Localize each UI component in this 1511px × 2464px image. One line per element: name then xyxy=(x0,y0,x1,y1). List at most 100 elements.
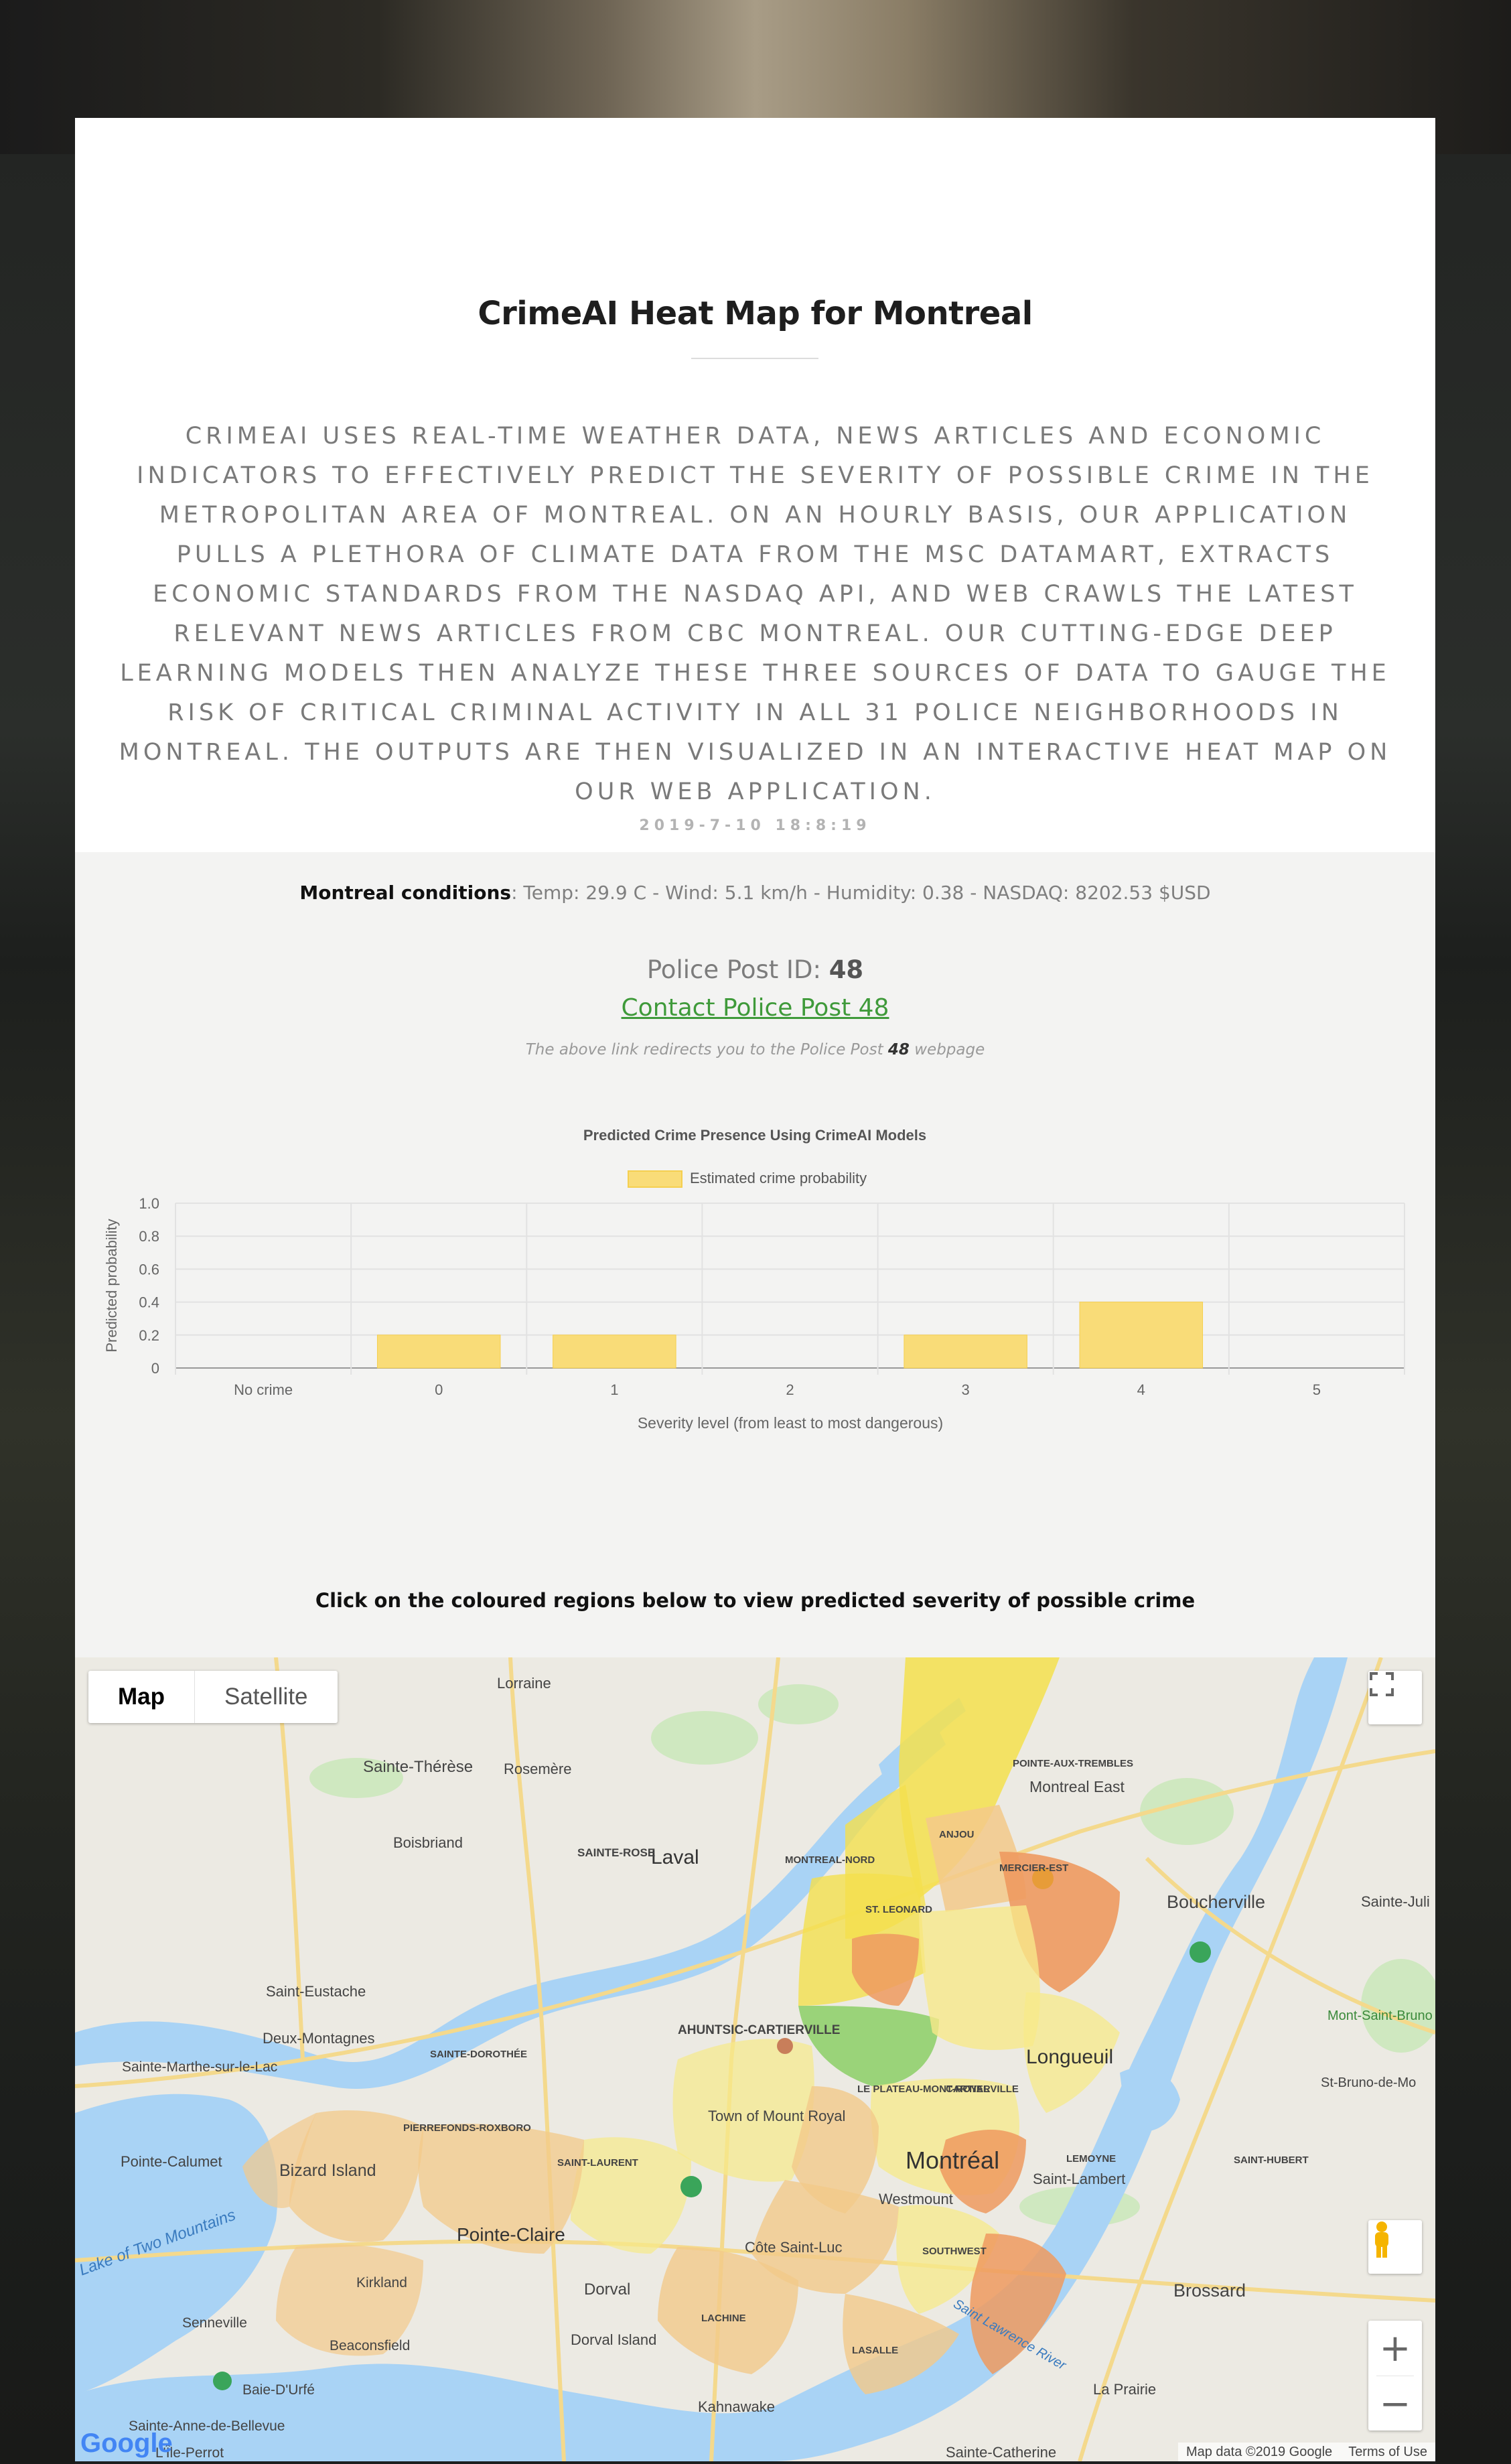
chart-title: Predicted Crime Presence Using CrimeAI M… xyxy=(583,1127,926,1144)
map-hint: Click on the coloured regions below to v… xyxy=(315,1589,1196,1612)
zoom-in-button[interactable]: + xyxy=(1368,2321,1422,2376)
label-saint-eustache: Saint-Eustache xyxy=(266,1983,366,2000)
timestamp: 2019-7-10 18:8:19 xyxy=(639,817,871,834)
label-laval: Laval xyxy=(651,1846,699,1868)
map-canvas[interactable] xyxy=(75,1657,1435,2461)
label-lorraine: Lorraine xyxy=(497,1675,551,1692)
background-left xyxy=(0,154,75,2464)
x-tick-label: No crime xyxy=(234,1381,293,1398)
label-kahnawake: Kahnawake xyxy=(698,2398,775,2415)
label-town-mount-royal: Town of Mount Royal xyxy=(708,2108,846,2124)
contact-post-link[interactable]: Contact Police Post 48 xyxy=(75,994,1435,1022)
y-tick-label: 1.0 xyxy=(139,1195,159,1212)
label-westmount: Westmount xyxy=(879,2191,953,2207)
label-montreal-east: Montreal East xyxy=(1029,1778,1125,1795)
legend-label: Estimated crime probability xyxy=(690,1170,867,1186)
redirect-suffix: webpage xyxy=(909,1041,985,1058)
x-tick-label: 4 xyxy=(1137,1381,1145,1398)
label-st-leonard: ST. LEONARD xyxy=(865,1904,933,1915)
street-view-button[interactable] xyxy=(1368,2220,1422,2274)
redirect-id: 48 xyxy=(887,1041,910,1058)
pegman-icon xyxy=(1375,2221,1388,2258)
label-dorval: Dorval xyxy=(584,2280,631,2299)
zoom-out-button[interactable]: − xyxy=(1368,2376,1422,2431)
label-senneville: Senneville xyxy=(182,2315,247,2331)
label-lachine: LACHINE xyxy=(701,2313,746,2324)
heat-map[interactable]: Laval Montréal Longueuil Boucherville Br… xyxy=(75,1657,1435,2461)
bar xyxy=(553,1334,676,1369)
y-tick-label: 0 xyxy=(151,1360,159,1377)
fullscreen-button[interactable] xyxy=(1368,1671,1422,1724)
label-lasalle: LASALLE xyxy=(852,2345,899,2356)
label-cartierville: CARTIERVILLE xyxy=(946,2083,1019,2095)
label-pointe-calumet: Pointe-Calumet xyxy=(121,2153,222,2170)
y-tick-label: 0.6 xyxy=(139,1261,159,1278)
x-tick-label: 0 xyxy=(435,1381,443,1398)
label-saint-hubert: SAINT-HUBERT xyxy=(1234,2154,1309,2166)
post-id-value: 48 xyxy=(829,955,864,984)
page-title: CrimeAI Heat Map for Montreal xyxy=(478,295,1033,332)
label-southwest: SOUTHWEST xyxy=(922,2246,987,2257)
label-sainte-dorothee: SAINTE-DOROTHÉE xyxy=(430,2049,528,2060)
label-boucherville: Boucherville xyxy=(1167,1892,1266,1912)
description: CrimeAI uses real-time weather data, new… xyxy=(119,423,1392,805)
x-tick-label: 5 xyxy=(1313,1381,1321,1398)
redirect-prefix: The above link redirects you to the Poli… xyxy=(525,1041,888,1058)
label-cote-saint-luc: Côte Saint-Luc xyxy=(745,2239,843,2256)
legend-swatch xyxy=(628,1170,682,1188)
x-axis-label: Severity level (from least to most dange… xyxy=(638,1414,943,1432)
terms-of-use-link[interactable]: Terms of Use xyxy=(1340,2443,1435,2461)
x-tick-label: 2 xyxy=(786,1381,794,1398)
google-logo[interactable]: Google xyxy=(80,2428,173,2459)
conditions-label: Montreal conditions xyxy=(299,882,512,904)
conditions-line: Montreal conditions: Temp: 29.9 C - Wind… xyxy=(75,882,1435,904)
label-montreal: Montréal xyxy=(906,2146,1000,2174)
title-divider xyxy=(691,358,818,359)
label-boisbriand: Boisbriand xyxy=(393,1834,463,1851)
y-tick-label: 0.8 xyxy=(139,1228,159,1245)
bar xyxy=(904,1334,1027,1369)
label-bizard: Bizard Island xyxy=(279,2161,376,2180)
main-card: CrimeAI Heat Map for Montreal CrimeAI us… xyxy=(75,118,1435,2461)
district-rosemont[interactable] xyxy=(919,1905,1040,2050)
y-axis-label: Predicted probability xyxy=(103,1219,120,1352)
label-sainte-rose: SAINTE-ROSE xyxy=(577,1846,656,1859)
x-tick-label: 3 xyxy=(962,1381,970,1398)
redirect-note: The above link redirects you to the Poli… xyxy=(75,1041,1435,1058)
label-sainte-therese: Sainte-Thérèse xyxy=(363,1758,474,1776)
label-la-prairie: La Prairie xyxy=(1093,2381,1157,2398)
satellite-tab[interactable]: Satellite xyxy=(195,1671,338,1723)
crime-chart: Predicted Crime Presence Using CrimeAI M… xyxy=(103,1127,1405,1432)
bar xyxy=(1079,1302,1204,1369)
zoom-controls[interactable]: + − xyxy=(1368,2321,1422,2431)
x-tick-label: 1 xyxy=(610,1381,618,1398)
label-saint-laurent: SAINT-LAURENT xyxy=(557,2157,638,2169)
label-baie-durfe: Baie-D'Urfé xyxy=(242,2382,315,2398)
fullscreen-icon xyxy=(1370,1672,1394,1696)
label-mercier-est: MERCIER-EST xyxy=(999,1862,1069,1874)
label-sainte-catherine: Sainte-Catherine xyxy=(946,2444,1057,2461)
map-type-toggle[interactable]: Map Satellite xyxy=(88,1671,338,1723)
label-brossard: Brossard xyxy=(1173,2280,1246,2301)
label-lemoyne: LEMOYNE xyxy=(1066,2153,1117,2165)
attribution-data: Map data ©2019 Google xyxy=(1185,2445,1333,2459)
label-dorval-island: Dorval Island xyxy=(571,2331,657,2348)
google-logo-text: Google xyxy=(80,2428,173,2458)
label-st-bruno: St-Bruno-de-Mo xyxy=(1321,2075,1417,2090)
post-id-label: Police Post ID: xyxy=(646,955,829,984)
y-tick-label: 0.4 xyxy=(139,1294,159,1311)
label-pointe-aux-trembles: POINTE-AUX-TREMBLES xyxy=(1013,1758,1133,1769)
label-montreal-nord: MONTREAL-NORD xyxy=(785,1854,875,1866)
label-rosemere: Rosemère xyxy=(504,1761,572,1777)
label-longueuil: Longueuil xyxy=(1026,2046,1114,2068)
conditions-values: : Temp: 29.9 C - Wind: 5.1 km/h - Humidi… xyxy=(511,882,1211,904)
label-sainte-julie: Sainte-Juli xyxy=(1361,1893,1430,1910)
label-mont-saint-bruno: Mont-Saint-Bruno National Park xyxy=(1327,2008,1435,2023)
map-tab[interactable]: Map xyxy=(88,1671,195,1723)
label-beaconsfield: Beaconsfield xyxy=(330,2338,411,2353)
label-pointe-claire: Pointe-Claire xyxy=(457,2224,565,2245)
label-pierrefonds: PIERREFONDS-ROXBORO xyxy=(403,2122,531,2134)
label-saint-lambert: Saint-Lambert xyxy=(1033,2171,1126,2187)
label-deux-montagnes: Deux-Montagnes xyxy=(263,2030,375,2047)
label-sainte-marthe: Sainte-Marthe-sur-le-Lac xyxy=(122,2059,278,2075)
